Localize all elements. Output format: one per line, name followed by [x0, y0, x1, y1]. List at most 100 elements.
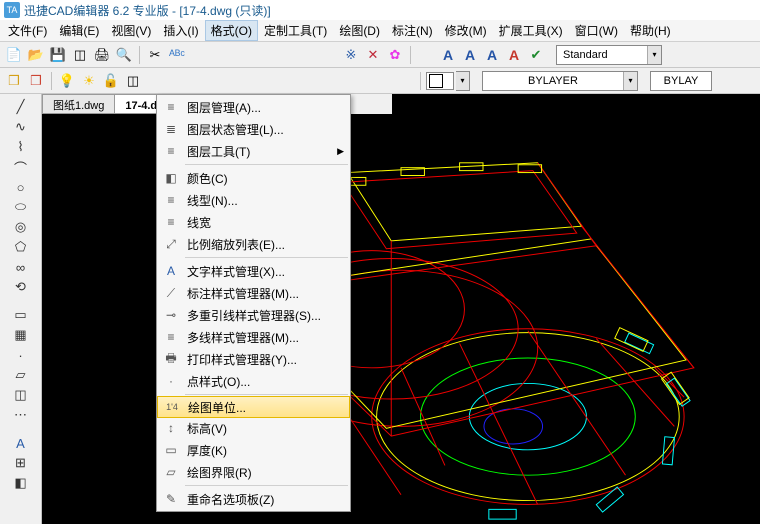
- open-icon[interactable]: 📂: [26, 45, 46, 65]
- menu-item-6[interactable]: ≡线宽: [157, 211, 350, 233]
- menu-label: 比例缩放列表(E)...: [187, 236, 285, 253]
- menu-4[interactable]: 格式(O): [205, 20, 258, 41]
- text-a1-icon[interactable]: A: [438, 45, 458, 65]
- lineweight-combo[interactable]: BYLAY: [650, 71, 712, 91]
- text-icon[interactable]: ᴬᴮᶜ: [167, 45, 187, 65]
- menu-item-18[interactable]: ▭厚度(K): [157, 439, 350, 461]
- separator: [420, 72, 421, 90]
- circle-tool-icon[interactable]: ○: [12, 178, 30, 196]
- menu-item-17[interactable]: ↕标高(V): [157, 417, 350, 439]
- menu-item-10[interactable]: ⟋标注样式管理器(M)...: [157, 282, 350, 304]
- menu-item-2[interactable]: ≡图层工具(T)▶: [157, 140, 350, 162]
- menu-item-0[interactable]: ≡图层管理(A)...: [157, 96, 350, 118]
- menu-item-19[interactable]: ▱绘图界限(R): [157, 461, 350, 483]
- app-icon: TA: [4, 2, 20, 18]
- menu-6[interactable]: 绘图(D): [333, 20, 386, 41]
- ellipse-tool-icon[interactable]: ⬭: [12, 198, 30, 216]
- menu-icon: 1'4: [162, 399, 182, 415]
- menu-7[interactable]: 标注(N): [386, 20, 439, 41]
- sun-icon[interactable]: ☀: [79, 71, 99, 91]
- menu-item-9[interactable]: A文字样式管理(X)...: [157, 260, 350, 282]
- table-tool-icon[interactable]: ⊞: [12, 454, 30, 472]
- new-icon[interactable]: 📄: [4, 45, 24, 65]
- lock-icon[interactable]: 🔓: [101, 71, 121, 91]
- linetype-combo[interactable]: BYLAYER ▾: [482, 71, 638, 91]
- menu-3[interactable]: 插入(I): [157, 20, 204, 41]
- toolbar-2: ❒ ❒ 💡 ☀ 🔓 ◫ ▾ BYLAYER ▾ BYLAY: [0, 68, 760, 94]
- bulb-icon[interactable]: 💡: [57, 71, 77, 91]
- menu-icon: ↕: [161, 420, 181, 436]
- menu-5[interactable]: 定制工具(T): [258, 20, 333, 41]
- gear-icon[interactable]: ✿: [385, 45, 405, 65]
- layers-icon[interactable]: ❒: [4, 71, 24, 91]
- region-tool-icon[interactable]: ▱: [12, 366, 30, 384]
- text-a2-icon[interactable]: A: [460, 45, 480, 65]
- format-menu-dropdown: ≡图层管理(A)...≣图层状态管理(L)...≡图层工具(T)▶◧颜色(C)≡…: [156, 94, 351, 512]
- separator: [139, 46, 140, 64]
- menu-separator: [185, 257, 348, 258]
- menu-11[interactable]: 帮助(H): [624, 20, 677, 41]
- menu-label: 颜色(C): [187, 170, 228, 187]
- text-tool-icon[interactable]: A: [12, 434, 30, 452]
- menu-label: 多线样式管理器(M)...: [187, 329, 299, 346]
- menu-1[interactable]: 编辑(E): [53, 20, 105, 41]
- menu-item-21[interactable]: ✎重命名选项板(Z): [157, 488, 350, 510]
- saveas-icon[interactable]: ◫: [70, 45, 90, 65]
- style-combo[interactable]: Standard ▾: [556, 45, 662, 65]
- menu-0[interactable]: 文件(F): [2, 20, 53, 41]
- menu-icon: ▱: [161, 464, 181, 480]
- menu-10[interactable]: 窗口(W): [569, 20, 624, 41]
- menu-label: 线宽: [187, 214, 211, 231]
- menu-separator: [185, 164, 348, 165]
- spline-tool-icon[interactable]: ⌇: [12, 138, 30, 156]
- menu-item-11[interactable]: ⊸多重引线样式管理器(S)...: [157, 304, 350, 326]
- drawing-canvas[interactable]: 图纸1.dwg17-4.dwg (只读: [42, 94, 760, 524]
- hatch-tool-icon[interactable]: ▦: [12, 326, 30, 344]
- anchor-a-icon[interactable]: ※: [341, 45, 361, 65]
- chevron-down-icon[interactable]: ▾: [623, 72, 637, 90]
- donut-tool-icon[interactable]: ◎: [12, 218, 30, 236]
- save-icon[interactable]: 💾: [48, 45, 68, 65]
- color-swatch[interactable]: [426, 72, 454, 90]
- insert-tool-icon[interactable]: ◧: [12, 474, 30, 492]
- loop-tool-icon[interactable]: ∞: [12, 258, 30, 276]
- anchor-b-icon[interactable]: ✕: [363, 45, 383, 65]
- menu-item-16[interactable]: 1'4 绘图单位...: [157, 396, 350, 418]
- menu-item-5[interactable]: ≡线型(N)...: [157, 189, 350, 211]
- menu-item-14[interactable]: ·点样式(O)...: [157, 370, 350, 392]
- menu-2[interactable]: 视图(V): [105, 20, 157, 41]
- text-a4-icon[interactable]: A: [504, 45, 524, 65]
- pline-tool-icon[interactable]: ∿: [12, 118, 30, 136]
- cut-icon[interactable]: ✂: [145, 45, 165, 65]
- menu-icon: ⟋: [161, 285, 181, 301]
- print-icon[interactable]: 🖨: [92, 45, 112, 65]
- text-a3-icon[interactable]: A: [482, 45, 502, 65]
- menu-label: 厚度(K): [187, 442, 227, 459]
- rect-tool-icon[interactable]: ▭: [12, 306, 30, 324]
- lineweight-value: BYLAY: [651, 72, 711, 90]
- chevron-down-icon[interactable]: ▾: [456, 71, 470, 91]
- chevron-down-icon[interactable]: ▾: [647, 46, 661, 64]
- menu-item-4[interactable]: ◧颜色(C): [157, 167, 350, 189]
- menu-8[interactable]: 修改(M): [439, 20, 493, 41]
- block-tool-icon[interactable]: ◫: [12, 386, 30, 404]
- check-icon[interactable]: ✔: [526, 45, 546, 65]
- preview-icon[interactable]: 🔍: [114, 45, 134, 65]
- menu-item-12[interactable]: ≡多线样式管理器(M)...: [157, 326, 350, 348]
- main-area: ╱ ∿ ⌇ ⌒ ○ ⬭ ◎ ⬠ ∞ ⟲ ▭ ▦ · ▱ ◫ ⋯ A ⊞ ◧ 图纸…: [0, 94, 760, 524]
- line-tool-icon[interactable]: ╱: [12, 98, 30, 116]
- menu-label: 绘图单位...: [188, 399, 246, 416]
- menu-9[interactable]: 扩展工具(X): [493, 20, 569, 41]
- arc-tool-icon[interactable]: ⌒: [12, 158, 30, 176]
- rev-tool-icon[interactable]: ⟲: [12, 278, 30, 296]
- doc-tab-0[interactable]: 图纸1.dwg: [42, 94, 115, 114]
- menu-item-7[interactable]: ⤢比例缩放列表(E)...: [157, 233, 350, 255]
- menu-item-13[interactable]: 🖶打印样式管理器(Y)...: [157, 348, 350, 370]
- polygon-tool-icon[interactable]: ⬠: [12, 238, 30, 256]
- layers2-icon[interactable]: ❒: [26, 71, 46, 91]
- divide-tool-icon[interactable]: ⋯: [12, 406, 30, 424]
- color-icon[interactable]: ◫: [123, 71, 143, 91]
- title-bar: TA 迅捷CAD编辑器 6.2 专业版 - [17-4.dwg (只读)]: [0, 0, 760, 20]
- point-tool-icon[interactable]: ·: [12, 346, 30, 364]
- menu-item-1[interactable]: ≣图层状态管理(L)...: [157, 118, 350, 140]
